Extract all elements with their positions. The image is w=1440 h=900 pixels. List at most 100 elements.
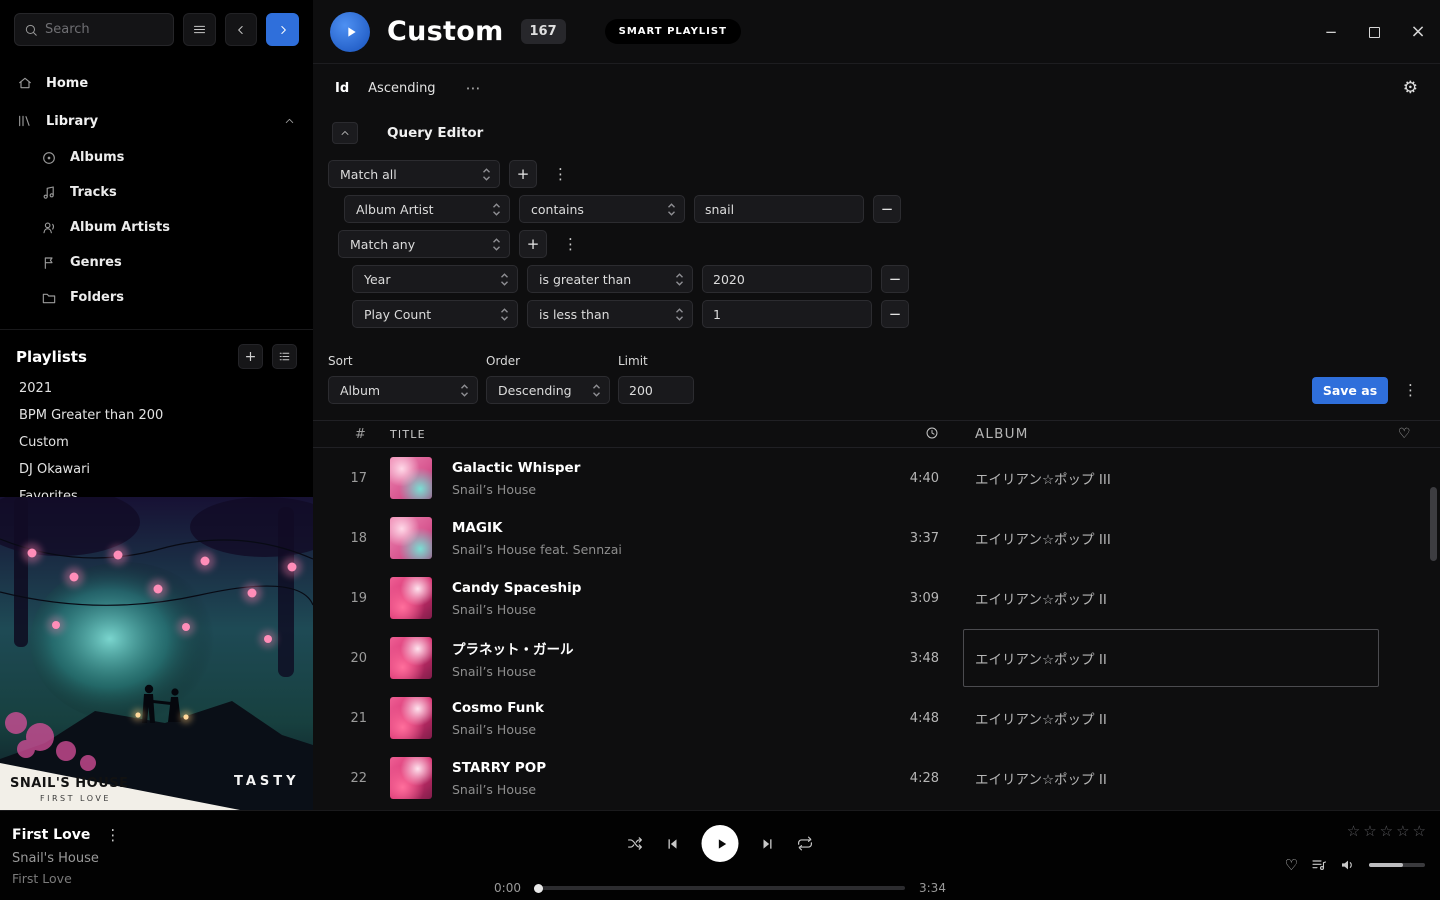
more-options-icon[interactable]: ⋯ bbox=[466, 79, 481, 97]
select-updown-icon bbox=[492, 237, 501, 252]
volume-slider[interactable] bbox=[1369, 863, 1425, 867]
back-button[interactable] bbox=[225, 13, 258, 46]
sidebar-item-folders[interactable]: Folders bbox=[0, 280, 313, 315]
rule-operator-select[interactable]: is less than bbox=[527, 300, 693, 328]
now-playing-menu-icon[interactable]: ⋮ bbox=[105, 826, 120, 844]
previous-button[interactable] bbox=[665, 836, 681, 852]
table-row[interactable]: 19 Candy Spaceship Snail’s House 3:09 エイ… bbox=[313, 568, 1440, 628]
column-header-duration[interactable] bbox=[877, 426, 947, 442]
album-art-thumbnail bbox=[390, 757, 432, 799]
track-album-focused[interactable]: エイリアン☆ポップ II bbox=[975, 628, 1395, 688]
maximize-button[interactable] bbox=[1369, 27, 1380, 38]
menu-button[interactable] bbox=[183, 13, 216, 46]
playlist-header: Custom 167 SMART PLAYLIST − × bbox=[313, 0, 1440, 64]
rule-field-select[interactable]: Play Count bbox=[352, 300, 518, 328]
star-icon[interactable]: ☆ bbox=[1347, 824, 1360, 839]
queue-icon[interactable] bbox=[1311, 857, 1327, 873]
minimize-button[interactable]: − bbox=[1323, 25, 1339, 40]
forward-button[interactable] bbox=[266, 13, 299, 46]
play-playlist-button[interactable] bbox=[330, 12, 370, 52]
favorite-button[interactable]: ♡ bbox=[1285, 858, 1298, 873]
rule-operator-select[interactable]: is greater than bbox=[527, 265, 693, 293]
table-row[interactable]: 20 プラネット・ガール Snail’s House 3:48 エイリアン☆ポッ… bbox=[313, 628, 1440, 688]
search-input[interactable] bbox=[45, 22, 155, 37]
table-row[interactable]: 18 MAGIK Snail’s House feat. Sennzai 3:3… bbox=[313, 508, 1440, 568]
sidebar-item-albums[interactable]: Albums bbox=[0, 140, 313, 175]
seek-handle[interactable] bbox=[534, 884, 543, 893]
order-select[interactable]: Descending bbox=[486, 376, 610, 404]
group-menu-icon[interactable]: ⋮ bbox=[556, 235, 585, 253]
sort-select[interactable]: Album bbox=[328, 376, 478, 404]
play-pause-button[interactable] bbox=[702, 825, 739, 862]
chevron-up-icon[interactable] bbox=[283, 115, 296, 128]
playlist-item[interactable]: 2021 bbox=[0, 375, 313, 402]
add-playlist-button[interactable]: + bbox=[238, 344, 263, 369]
track-artist: Snail’s House bbox=[452, 664, 877, 679]
sidebar-item-tracks[interactable]: Tracks bbox=[0, 175, 313, 210]
add-rule-button[interactable]: + bbox=[519, 230, 547, 258]
track-table: # TITLE ALBUM ♡ 17 Galactic Whisper Snai… bbox=[313, 420, 1440, 808]
column-header-favorite[interactable]: ♡ bbox=[1395, 426, 1440, 442]
save-as-button[interactable]: Save as bbox=[1312, 377, 1388, 404]
sidebar-search-row bbox=[0, 0, 313, 54]
playlist-item[interactable]: Custom bbox=[0, 429, 313, 456]
table-row[interactable]: 22 STARRY POP Snail’s House 4:28 エイリアン☆ポ… bbox=[313, 748, 1440, 808]
rule-value-input[interactable] bbox=[694, 195, 864, 223]
group-menu-icon[interactable]: ⋮ bbox=[546, 165, 575, 183]
playlist-list-button[interactable] bbox=[272, 344, 297, 369]
limit-input[interactable] bbox=[618, 376, 694, 404]
track-album: エイリアン☆ポップ III bbox=[975, 508, 1395, 568]
close-button[interactable]: × bbox=[1410, 23, 1426, 41]
rule-value-input[interactable] bbox=[702, 300, 872, 328]
collapse-query-editor-button[interactable] bbox=[332, 122, 358, 144]
remove-rule-button[interactable]: − bbox=[881, 300, 909, 328]
sidebar-item-library[interactable]: Library bbox=[0, 102, 313, 140]
track-number: 19 bbox=[313, 591, 377, 606]
volume-icon[interactable] bbox=[1340, 857, 1356, 873]
search-box[interactable] bbox=[14, 13, 174, 46]
rule-value-input[interactable] bbox=[702, 265, 872, 293]
scrollbar-thumb[interactable] bbox=[1430, 487, 1437, 561]
repeat-button[interactable] bbox=[797, 835, 814, 852]
save-menu-icon[interactable]: ⋮ bbox=[1396, 381, 1425, 404]
query-editor-header: Query Editor bbox=[332, 120, 1425, 146]
playlist-item[interactable]: BPM Greater than 200 bbox=[0, 402, 313, 429]
column-header-album[interactable]: ALBUM bbox=[975, 421, 1395, 447]
star-icon[interactable]: ☆ bbox=[1396, 824, 1409, 839]
chevron-up-icon bbox=[339, 127, 351, 139]
rule-field-select[interactable]: Album Artist bbox=[344, 195, 510, 223]
track-album: エイリアン☆ポップ II bbox=[975, 688, 1395, 748]
sort-toolbar: Id Ascending ⋯ ⚙ bbox=[313, 64, 1440, 112]
select-value: is greater than bbox=[539, 272, 631, 287]
next-button[interactable] bbox=[760, 836, 776, 852]
rule-operator-select[interactable]: contains bbox=[519, 195, 685, 223]
track-title: Candy Spaceship bbox=[452, 580, 877, 596]
rule-field-select[interactable]: Year bbox=[352, 265, 518, 293]
add-rule-button[interactable]: + bbox=[509, 160, 537, 188]
star-icon[interactable]: ☆ bbox=[1413, 824, 1426, 839]
star-icon[interactable]: ☆ bbox=[1380, 824, 1393, 839]
table-row[interactable]: 17 Galactic Whisper Snail’s House 4:40 エ… bbox=[313, 448, 1440, 508]
shuffle-button[interactable] bbox=[627, 835, 644, 852]
match-type-select[interactable]: Match any bbox=[338, 230, 510, 258]
sidebar-item-genres[interactable]: Genres bbox=[0, 245, 313, 280]
select-updown-icon bbox=[675, 272, 684, 287]
sidebar-item-album-artists[interactable]: Album Artists bbox=[0, 210, 313, 245]
seek-bar[interactable] bbox=[535, 886, 905, 890]
playlist-item[interactable]: DJ Okawari bbox=[0, 456, 313, 483]
column-header-title[interactable]: TITLE bbox=[377, 428, 452, 441]
column-header-index[interactable]: # bbox=[313, 427, 377, 442]
table-row[interactable]: 21 Cosmo Funk Snail’s House 4:48 エイリアン☆ポ… bbox=[313, 688, 1440, 748]
sort-field-button[interactable]: Id bbox=[335, 81, 349, 96]
now-playing-artwork[interactable]: SNAIL'S HOUSE FIRST LOVE TASTY bbox=[0, 497, 313, 810]
album-art-thumbnail bbox=[390, 697, 432, 739]
sidebar-item-home[interactable]: Home bbox=[0, 64, 313, 102]
star-icon[interactable]: ☆ bbox=[1363, 824, 1376, 839]
query-rule-row: Year is greater than − bbox=[352, 265, 1425, 293]
next-icon bbox=[760, 836, 776, 852]
remove-rule-button[interactable]: − bbox=[873, 195, 901, 223]
sort-direction-button[interactable]: Ascending bbox=[368, 81, 435, 96]
match-type-select[interactable]: Match all bbox=[328, 160, 500, 188]
remove-rule-button[interactable]: − bbox=[881, 265, 909, 293]
gear-icon[interactable]: ⚙ bbox=[1403, 78, 1418, 98]
